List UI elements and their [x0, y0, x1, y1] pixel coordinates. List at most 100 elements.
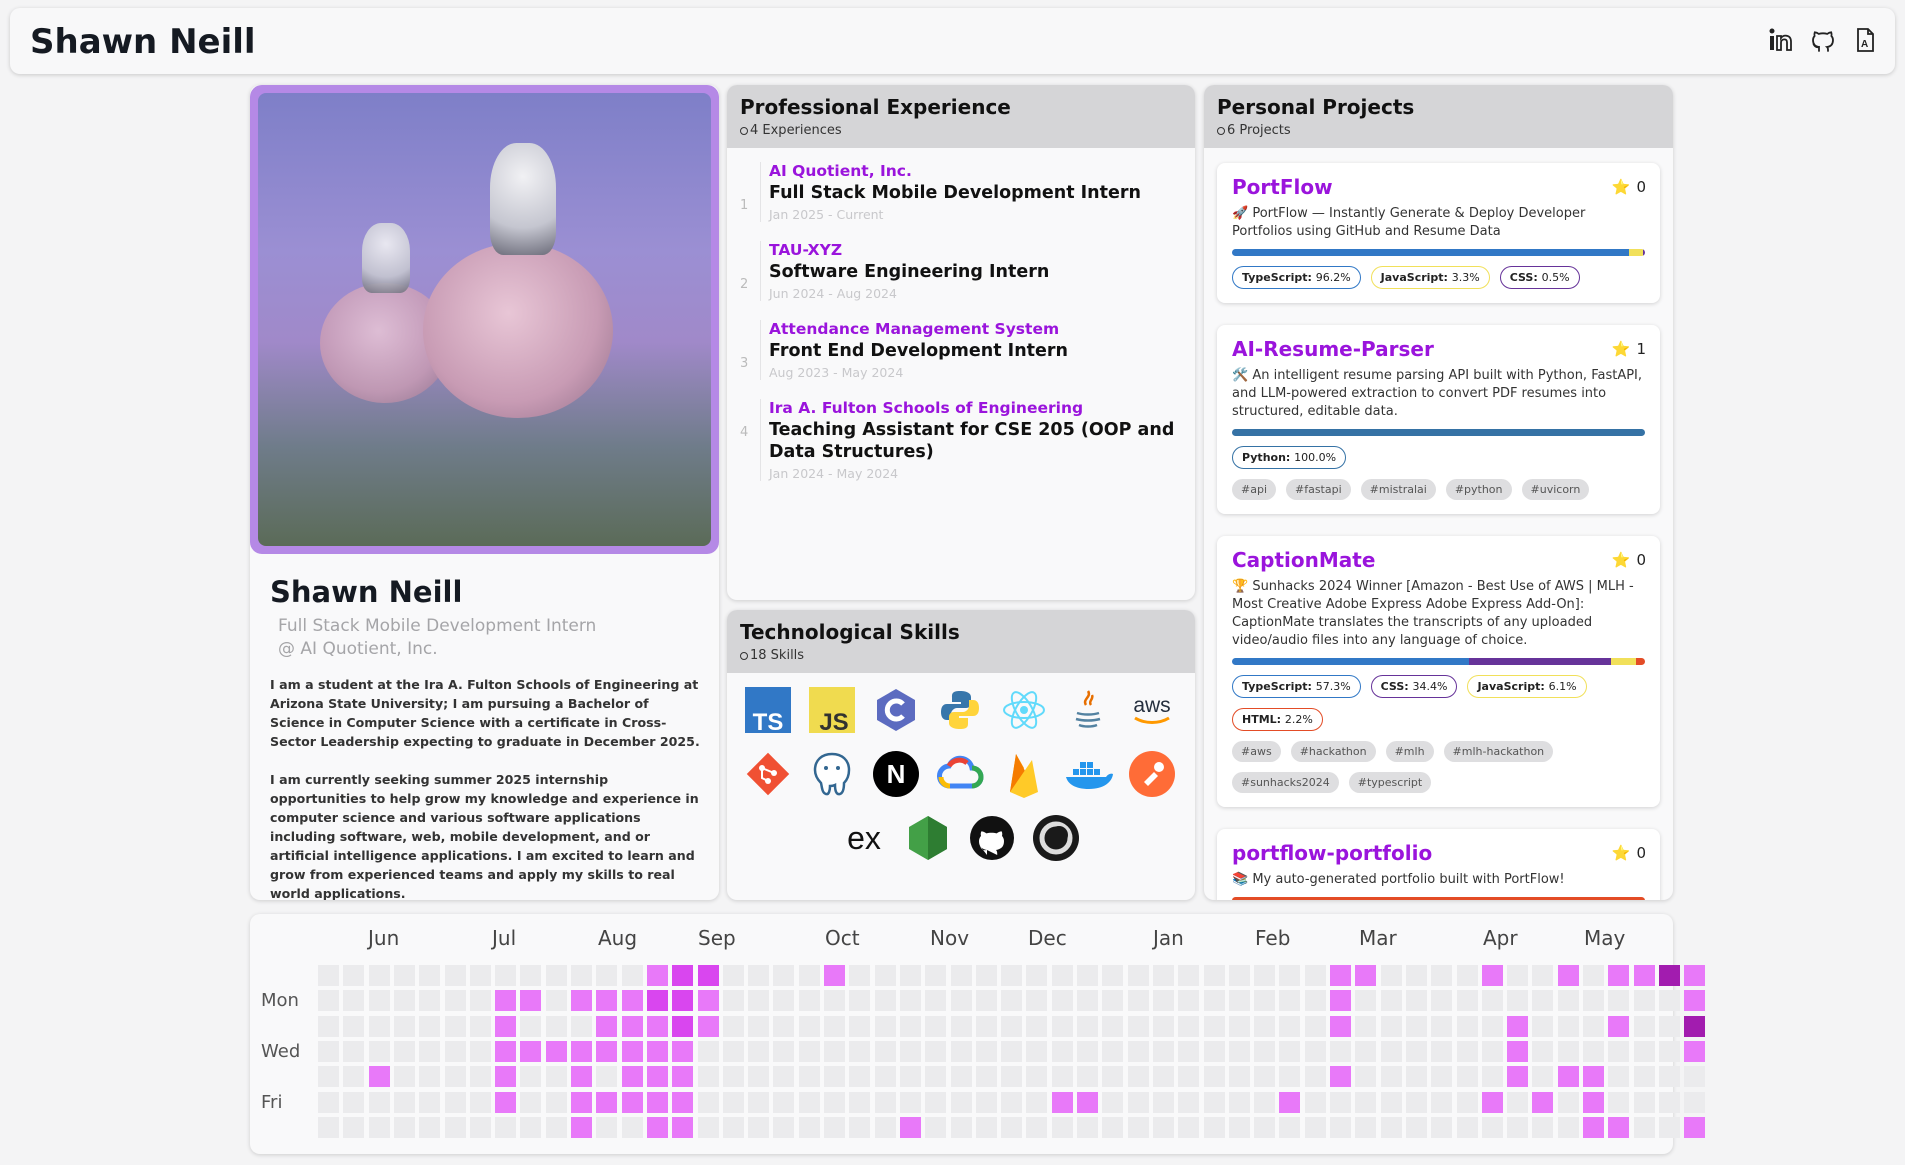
contribution-cell[interactable] — [925, 1040, 947, 1062]
contribution-cell[interactable] — [1431, 1040, 1453, 1062]
contribution-cell[interactable] — [1608, 965, 1630, 986]
contribution-cell[interactable] — [1178, 1015, 1200, 1037]
contribution-cell[interactable] — [1152, 1091, 1174, 1113]
contribution-cell[interactable] — [1456, 1091, 1478, 1113]
contribution-cell[interactable] — [1304, 1116, 1326, 1138]
contribution-cell[interactable] — [368, 1116, 390, 1138]
contribution-cell[interactable] — [1279, 1116, 1301, 1138]
contribution-cell[interactable] — [419, 1015, 441, 1037]
contribution-cell[interactable] — [874, 990, 896, 1012]
contribution-cell[interactable] — [798, 1066, 820, 1088]
docker-icon[interactable] — [1063, 749, 1113, 799]
contribution-cell[interactable] — [1633, 1066, 1655, 1088]
contribution-cell[interactable] — [1355, 1091, 1377, 1113]
contribution-cell[interactable] — [1304, 1015, 1326, 1037]
contribution-cell[interactable] — [1481, 1040, 1503, 1062]
contribution-cell[interactable] — [1254, 1040, 1276, 1062]
contribution-cell[interactable] — [1380, 1066, 1402, 1088]
contribution-cell[interactable] — [1507, 1091, 1529, 1113]
contribution-cell[interactable] — [1330, 1116, 1351, 1138]
contribution-cell[interactable] — [1203, 1066, 1225, 1088]
contribution-cell[interactable] — [545, 965, 567, 986]
contribution-cell[interactable] — [975, 1066, 997, 1088]
contribution-cell[interactable] — [571, 1015, 592, 1037]
contribution-cell[interactable] — [1557, 1091, 1579, 1113]
contribution-cell[interactable] — [1026, 1091, 1048, 1113]
contribution-cell[interactable] — [444, 990, 466, 1012]
contribution-cell[interactable] — [899, 990, 921, 1012]
contribution-cell[interactable] — [646, 990, 668, 1012]
contribution-cell[interactable] — [1456, 1040, 1478, 1062]
contribution-cell[interactable] — [419, 1116, 441, 1138]
contribution-cell[interactable] — [975, 1116, 997, 1138]
contribution-cell[interactable] — [925, 965, 947, 986]
contribution-cell[interactable] — [824, 965, 845, 986]
contribution-cell[interactable] — [849, 1091, 871, 1113]
typescript-icon[interactable]: TS — [743, 685, 793, 735]
contribution-cell[interactable] — [1633, 1116, 1655, 1138]
contribution-cell[interactable] — [925, 1116, 947, 1138]
contribution-cell[interactable] — [1481, 990, 1503, 1012]
contribution-cell[interactable] — [1001, 1015, 1023, 1037]
contribution-cell[interactable] — [444, 1091, 466, 1113]
contribution-cell[interactable] — [571, 965, 592, 986]
contribution-cell[interactable] — [672, 1116, 694, 1138]
postgresql-icon[interactable] — [807, 749, 857, 799]
contribution-cell[interactable] — [1254, 990, 1276, 1012]
contribution-cell[interactable] — [824, 1015, 845, 1037]
contribution-cell[interactable] — [950, 1066, 972, 1088]
contribution-cell[interactable] — [1026, 990, 1048, 1012]
contribution-cell[interactable] — [1532, 990, 1554, 1012]
contribution-cell[interactable] — [672, 965, 694, 986]
contribution-cell[interactable] — [1380, 1015, 1402, 1037]
contribution-cell[interactable] — [1405, 1091, 1427, 1113]
contribution-cell[interactable] — [444, 965, 466, 986]
contribution-cell[interactable] — [773, 1040, 795, 1062]
contribution-cell[interactable] — [697, 1015, 719, 1037]
contribution-cell[interactable] — [1633, 1091, 1655, 1113]
contribution-cell[interactable] — [621, 990, 643, 1012]
contribution-cell[interactable] — [672, 1015, 694, 1037]
contribution-cell[interactable] — [1330, 1066, 1351, 1088]
contribution-cell[interactable] — [393, 1015, 415, 1037]
contribution-cell[interactable] — [571, 1040, 592, 1062]
contribution-cell[interactable] — [1608, 1091, 1630, 1113]
contribution-cell[interactable] — [1254, 1091, 1276, 1113]
contribution-cell[interactable] — [1051, 1091, 1073, 1113]
experience-item[interactable]: 2 TAU-XYZ Software Engineering Intern Ju… — [739, 241, 1177, 301]
contribution-cell[interactable] — [1431, 990, 1453, 1012]
contribution-cell[interactable] — [748, 965, 770, 986]
contribution-cell[interactable] — [1304, 965, 1326, 986]
contribution-cell[interactable] — [824, 1040, 845, 1062]
contribution-cell[interactable] — [1456, 990, 1478, 1012]
contribution-cell[interactable] — [1633, 965, 1655, 986]
contribution-cell[interactable] — [722, 1066, 744, 1088]
projects-list[interactable]: PortFlow ⭐ 0 🚀 PortFlow — Instantly Gener… — [1204, 148, 1673, 900]
contribution-cell[interactable] — [1658, 1015, 1680, 1037]
contribution-cell[interactable] — [621, 965, 643, 986]
contribution-cell[interactable] — [722, 1015, 744, 1037]
contribution-cell[interactable] — [1228, 1040, 1250, 1062]
contribution-cell[interactable] — [596, 1015, 618, 1037]
contribution-cell[interactable] — [368, 965, 390, 986]
contribution-cell[interactable] — [1026, 965, 1048, 986]
contribution-cell[interactable] — [368, 1040, 390, 1062]
project-name[interactable]: PortFlow — [1232, 175, 1645, 199]
contribution-cell[interactable] — [646, 1116, 668, 1138]
contribution-cell[interactable] — [1102, 965, 1124, 986]
contribution-cell[interactable] — [798, 1091, 820, 1113]
contribution-cell[interactable] — [1355, 990, 1377, 1012]
contribution-cell[interactable] — [1152, 1066, 1174, 1088]
contribution-cell[interactable] — [1203, 1116, 1225, 1138]
topic-tag[interactable]: #sunhacks2024 — [1232, 772, 1339, 793]
contribution-cell[interactable] — [495, 1116, 517, 1138]
contribution-cell[interactable] — [318, 965, 339, 986]
contribution-cell[interactable] — [874, 1040, 896, 1062]
contribution-cell[interactable] — [1431, 965, 1453, 986]
contribution-cell[interactable] — [571, 1066, 592, 1088]
contribution-cell[interactable] — [1228, 1116, 1250, 1138]
firebase-icon[interactable] — [999, 749, 1049, 799]
contribution-cell[interactable] — [343, 965, 365, 986]
contribution-cell[interactable] — [1152, 990, 1174, 1012]
project-name[interactable]: portflow-portfolio — [1232, 841, 1645, 865]
